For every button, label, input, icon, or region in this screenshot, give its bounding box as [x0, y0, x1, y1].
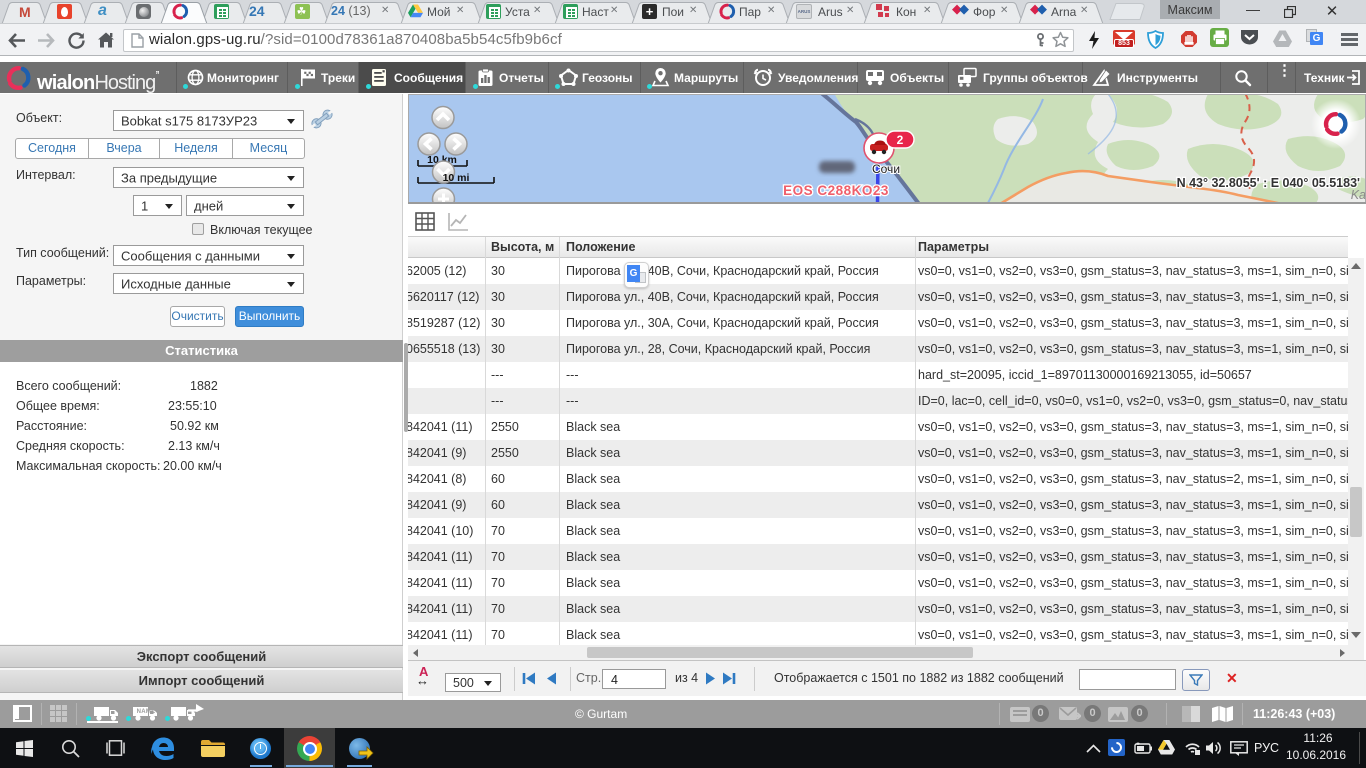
svg-text:Сочи: Сочи — [872, 162, 900, 176]
svg-text:Ka: Ka — [1351, 188, 1366, 202]
svg-text:2: 2 — [897, 133, 904, 147]
svg-text:10 mi: 10 mi — [443, 172, 470, 184]
svg-text:EOS C288KO23: EOS C288KO23 — [783, 183, 889, 198]
svg-text:N 43° 32.8055' : E 040° 05.518: N 43° 32.8055' : E 040° 05.5183' — [1177, 176, 1360, 190]
